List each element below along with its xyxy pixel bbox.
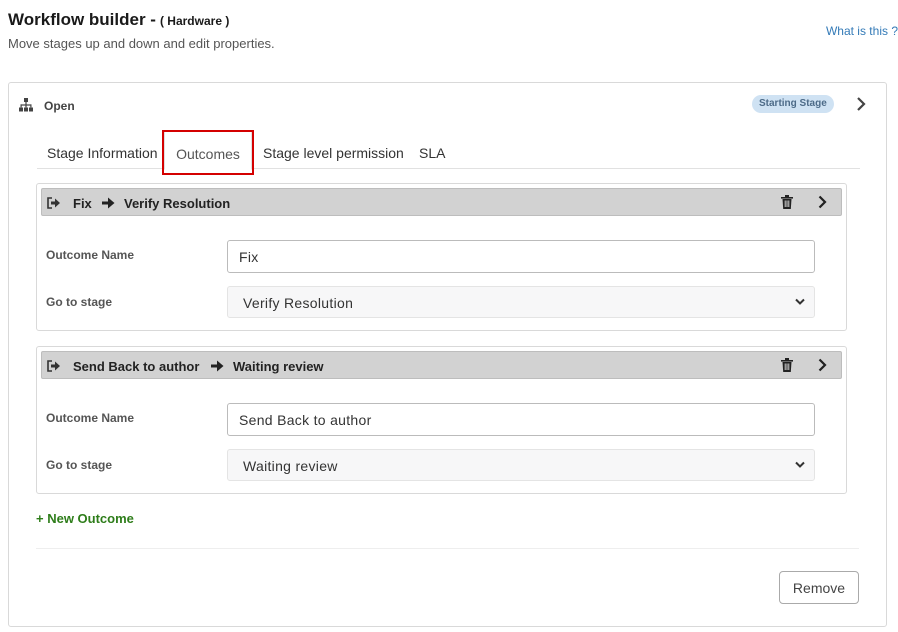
stage-tabs: Stage Information Outcomes Stage level p…	[37, 131, 860, 170]
go-to-stage-select[interactable]: Verify Resolution	[227, 286, 815, 318]
page-header: Workflow builder -( Hardware ) Move stag…	[8, 10, 275, 51]
outcome-to-label: Waiting review	[233, 359, 324, 374]
outcome-name-label: Outcome Name	[46, 411, 135, 425]
trash-icon[interactable]	[781, 195, 793, 209]
outcome-to-label: Verify Resolution	[124, 196, 231, 211]
what-is-this-link[interactable]: What is this ?	[826, 24, 898, 38]
arrow-right-icon	[102, 197, 115, 209]
arrow-right-icon	[211, 360, 224, 372]
stage-name: Open	[44, 99, 75, 113]
outcome-card: Fix Verify Resolution Outcome Name Go to…	[36, 183, 847, 331]
remove-button[interactable]: Remove	[779, 571, 859, 604]
page-title-text: Workflow builder -	[8, 10, 156, 29]
chevron-right-icon[interactable]	[818, 358, 827, 372]
stage-header[interactable]: Open Starting Stage	[9, 83, 886, 127]
page-title: Workflow builder -( Hardware )	[8, 10, 275, 30]
tab-stage-level-permission[interactable]: Stage level permission	[263, 131, 404, 169]
outcome-from-label: Send Back to author	[73, 359, 200, 374]
outcome-header-bar[interactable]: Send Back to author Waiting review	[41, 351, 842, 379]
chevron-right-icon[interactable]	[818, 195, 827, 209]
sign-out-icon	[47, 360, 60, 372]
tab-sla[interactable]: SLA	[419, 131, 445, 169]
outcome-header-bar[interactable]: Fix Verify Resolution	[41, 188, 842, 216]
go-to-stage-label: Go to stage	[46, 295, 113, 309]
stage-panel: Open Starting Stage Stage Information Ou…	[8, 82, 887, 627]
go-to-stage-value: Waiting review	[243, 458, 338, 474]
trash-icon[interactable]	[781, 358, 793, 372]
go-to-stage-value: Verify Resolution	[243, 295, 354, 311]
sitemap-icon	[19, 98, 33, 112]
starting-stage-badge: Starting Stage	[752, 95, 834, 113]
chevron-down-icon	[795, 298, 805, 305]
chevron-down-icon	[795, 461, 805, 468]
sign-out-icon	[47, 197, 60, 209]
outcome-card: Send Back to author Waiting review Outco…	[36, 346, 847, 494]
outcome-name-input[interactable]	[227, 240, 815, 273]
outcome-from-label: Fix	[73, 196, 92, 211]
divider	[36, 548, 859, 549]
go-to-stage-label: Go to stage	[46, 458, 113, 472]
tab-outcomes[interactable]: Outcomes	[164, 131, 252, 170]
page-subtitle: Move stages up and down and edit propert…	[8, 36, 275, 51]
new-outcome-button[interactable]: + New Outcome	[36, 511, 134, 526]
outcome-name-input[interactable]	[227, 403, 815, 436]
chevron-right-icon[interactable]	[856, 96, 866, 112]
page-title-project: ( Hardware )	[159, 14, 230, 28]
outcome-name-label: Outcome Name	[46, 248, 135, 262]
go-to-stage-select[interactable]: Waiting review	[227, 449, 815, 481]
tab-stage-information[interactable]: Stage Information	[47, 131, 158, 169]
